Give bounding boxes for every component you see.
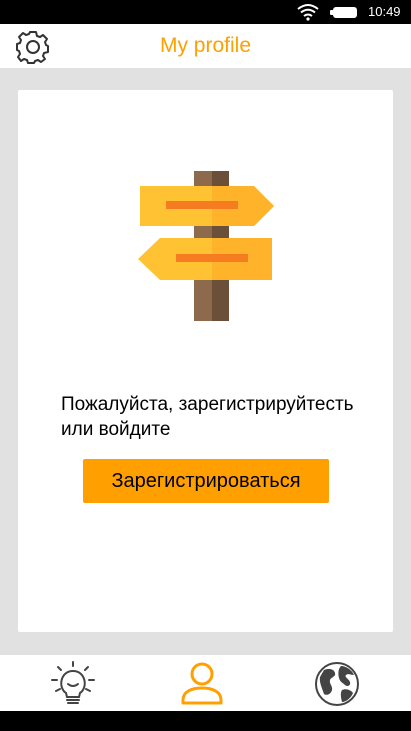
person-icon [181, 662, 223, 705]
wifi-icon [297, 4, 319, 21]
signpost-icon [138, 171, 274, 321]
status-time: 10:49 [368, 4, 401, 19]
register-button[interactable]: Зарегистрироваться [83, 459, 329, 503]
login-prompt: Пожалуйста, зарегистрируйтесть или войди… [61, 392, 381, 442]
prompt-line-2: или войдите [61, 419, 171, 440]
battery-icon [330, 7, 357, 18]
nav-tab-profile[interactable] [137, 655, 274, 711]
status-bar: 10:49 [0, 0, 411, 24]
system-nav-bar [0, 711, 411, 731]
lightbulb-icon [51, 661, 95, 704]
globe-icon [315, 662, 359, 706]
nav-tab-world[interactable] [274, 655, 411, 711]
gear-icon[interactable] [16, 30, 50, 64]
nav-tab-ideas[interactable] [0, 655, 137, 711]
bottom-nav [0, 655, 411, 711]
prompt-line-1: Пожалуйста, зарегистрируйтесть [61, 394, 354, 415]
page-title: My profile [159, 34, 252, 57]
app-bar: My profile [0, 24, 411, 68]
login-card: Пожалуйста, зарегистрируйтесть или войди… [18, 90, 393, 632]
